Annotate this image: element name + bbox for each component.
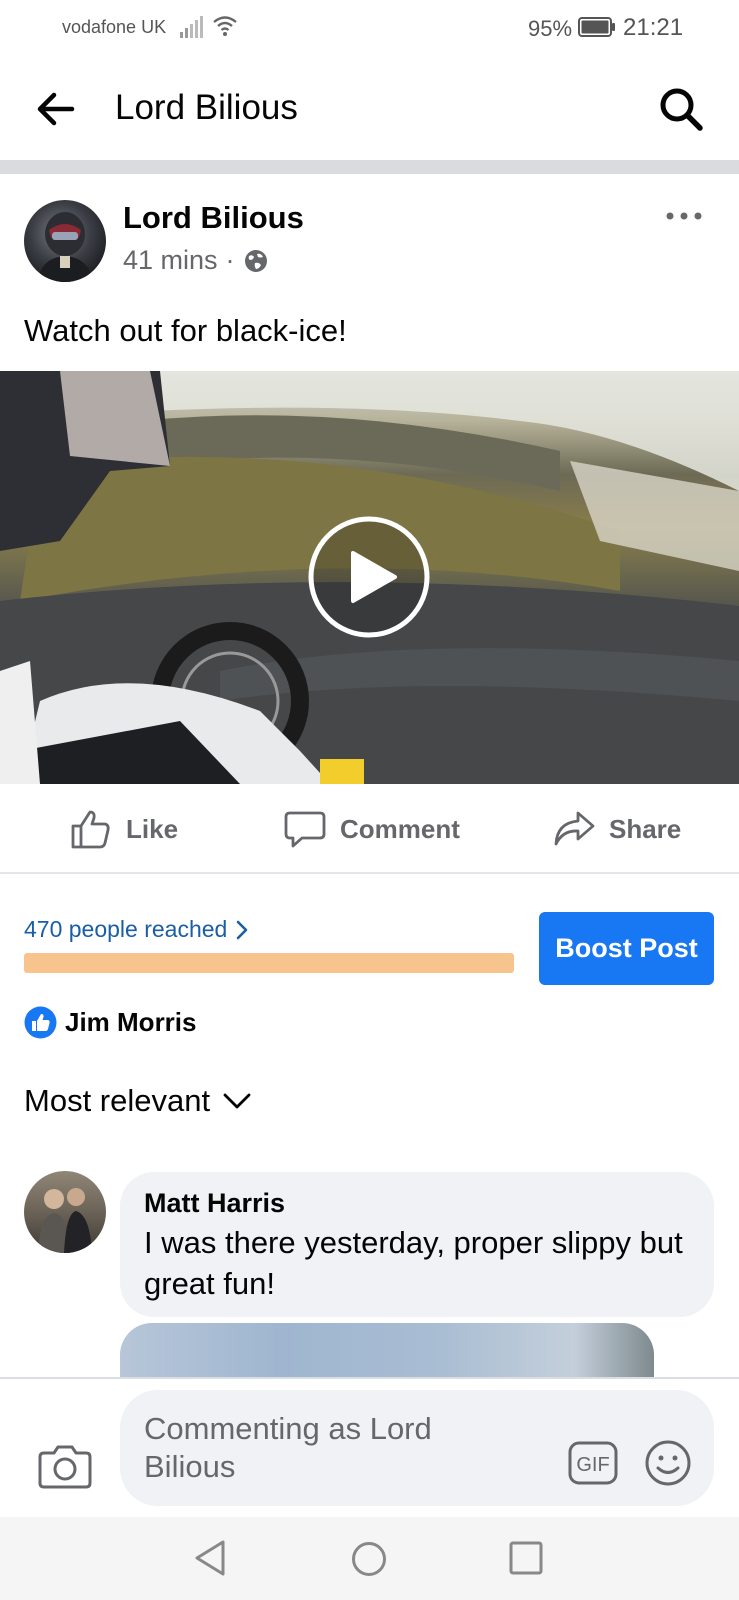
- share-icon: [554, 811, 595, 846]
- status-bar: vodafone UK 95% 21:21: [0, 0, 739, 56]
- reactor-name: Jim Morris: [65, 1007, 197, 1037]
- post-meta: 41 mins ·: [123, 245, 269, 276]
- post-video[interactable]: [0, 371, 739, 784]
- share-button[interactable]: Share: [553, 808, 681, 850]
- post-time: 41 mins: [123, 245, 218, 275]
- nav-recent-apps-icon[interactable]: [509, 1541, 543, 1575]
- comment-icon: [284, 811, 326, 848]
- gif-label: GIF: [576, 1454, 609, 1476]
- system-navigation-bar: [0, 1517, 739, 1600]
- carrier-label: vodafone UK: [62, 17, 167, 37]
- comment-text: I was there yesterday, proper slippy but…: [144, 1225, 683, 1301]
- globe-icon: [244, 249, 267, 272]
- post-text: Watch out for black-ice!: [24, 313, 347, 348]
- people-reached-label: 470 people reached: [24, 916, 228, 942]
- emoji-icon[interactable]: [644, 1439, 692, 1487]
- meta-separator: ·: [225, 245, 235, 275]
- comment-input[interactable]: Commenting as Lord Bilious GIF: [120, 1390, 714, 1506]
- battery-percent: 95%: [528, 16, 573, 41]
- comment-attachment-image[interactable]: [120, 1323, 654, 1379]
- play-icon[interactable]: [307, 515, 431, 639]
- like-label: Like: [126, 813, 179, 844]
- comment-composer: Commenting as Lord Bilious GIF: [0, 1377, 739, 1517]
- search-icon[interactable]: [658, 86, 704, 132]
- page-title: Lord Bilious: [115, 88, 298, 127]
- like-reaction-icon: [24, 1006, 57, 1039]
- commenter-avatar[interactable]: [24, 1171, 106, 1253]
- sort-label: Most relevant: [24, 1083, 211, 1118]
- like-button[interactable]: Like: [70, 808, 178, 850]
- comment-button[interactable]: Comment: [284, 808, 460, 850]
- comment-input-placeholder: Commenting as Lord Bilious: [144, 1411, 432, 1484]
- chevron-right-icon: [237, 920, 248, 939]
- share-label: Share: [609, 813, 682, 844]
- gif-icon[interactable]: GIF: [568, 1441, 618, 1485]
- comment-sort-dropdown[interactable]: Most relevant: [24, 1083, 252, 1119]
- comment-bubble: Matt Harris I was there yesterday, prope…: [120, 1172, 714, 1317]
- comment-label: Comment: [340, 813, 460, 844]
- nav-back-icon[interactable]: [193, 1539, 227, 1577]
- section-divider: [0, 160, 739, 174]
- nav-home-icon[interactable]: [351, 1541, 387, 1577]
- more-options-icon[interactable]: [664, 206, 704, 226]
- signal-icon: [180, 16, 203, 38]
- thumbs-up-icon: [71, 810, 110, 849]
- comment-author[interactable]: Matt Harris: [144, 1188, 285, 1219]
- clock: 21:21: [623, 14, 684, 41]
- post-author[interactable]: Lord Bilious: [123, 200, 304, 236]
- arrow-left-icon[interactable]: [36, 92, 76, 126]
- boost-post-button[interactable]: Boost Post: [539, 912, 714, 985]
- wifi-icon: [213, 16, 237, 36]
- battery-icon: [578, 17, 615, 37]
- chevron-down-icon: [223, 1093, 251, 1109]
- post-action-bar: Like Comment Share: [0, 784, 739, 874]
- reactions-summary[interactable]: Jim Morris: [24, 1006, 197, 1039]
- avatar[interactable]: [24, 200, 106, 282]
- reach-progress-bar: [24, 953, 514, 973]
- camera-icon[interactable]: [38, 1443, 92, 1489]
- people-reached-link[interactable]: 470 people reached: [24, 916, 249, 943]
- app-header: Lord Bilious: [0, 56, 739, 160]
